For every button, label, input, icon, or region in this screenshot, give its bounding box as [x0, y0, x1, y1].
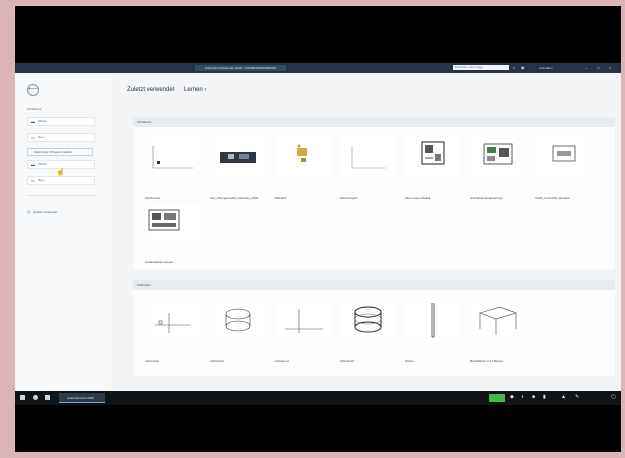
grid-preview-icon: [155, 313, 191, 333]
search-icon[interactable]: ⌕: [513, 65, 515, 70]
family-thumbnail[interactable]: [405, 299, 461, 341]
clock-icon: ◷: [27, 209, 31, 214]
close-icon[interactable]: ×: [609, 65, 611, 70]
model-caption: Architektur-Engineering1: [470, 196, 504, 200]
open-folder-icon: ▬: [31, 119, 35, 124]
create-project-button[interactable]: Zeichnung / Projekt erstellen: [27, 148, 93, 156]
new-file-icon: ▭: [31, 178, 35, 183]
task-view-icon[interactable]: [45, 395, 50, 400]
family-caption: Zylinder01: [210, 359, 225, 363]
family-caption: Beistelltisch mit 4 Beinen: [470, 359, 504, 363]
axis-cross-preview-icon: [285, 309, 323, 333]
model-thumbnail[interactable]: [275, 136, 331, 178]
taskbar: AutoCAD Arch 2018 ◆ ◗ ■ ▮ ▲ ✎ ▢: [15, 391, 621, 405]
network-icon[interactable]: ◆: [510, 395, 514, 400]
pen-icon[interactable]: ✎: [575, 395, 579, 400]
family-thumbnail[interactable]: [470, 299, 526, 341]
family-thumbnail[interactable]: [340, 299, 396, 341]
mouse-cursor-icon: ☝: [56, 169, 65, 176]
table-preview-icon: [479, 306, 517, 335]
sidebar-item-label: Neu...: [38, 178, 47, 182]
section-title: MODELLE: [133, 117, 615, 127]
recent-tab[interactable]: Zuletzt verwendet: [127, 87, 174, 93]
model-caption: Mein erstes Modell: [405, 196, 431, 200]
model-caption: Lab_Übungsmodell_Gebäude_2022: [210, 196, 259, 200]
family-caption: Achskreuz: [275, 359, 290, 363]
language-icon[interactable]: ▲: [561, 395, 566, 400]
notification-icon[interactable]: ■: [532, 395, 535, 400]
maximize-icon[interactable]: □: [597, 65, 599, 70]
action-center-icon[interactable]: ▢: [611, 395, 616, 400]
sidebar-item-label: Neu...: [38, 135, 47, 139]
title-bar: AutoCAD Architecture 2018 - STUDENTENVER…: [15, 63, 621, 73]
sidebar-heading: MODELLE: [27, 107, 42, 111]
model-thumbnail[interactable]: [145, 136, 201, 178]
family-thumbnail[interactable]: [275, 299, 331, 341]
sign-in-icon[interactable]: ◉: [521, 65, 525, 70]
learn-tab[interactable]: Lernen ›: [184, 87, 206, 93]
sheet-preview-icon: [552, 145, 576, 162]
page-title: Zuletzt verwendet Lernen ›: [127, 87, 206, 93]
back-icon: ⟵: [28, 86, 39, 93]
sidebar-item-label: Öffnen: [38, 162, 47, 166]
recent-link[interactable]: ◷ Zuletzt verwendet: [27, 209, 57, 214]
model-caption: Zeichnung1: [145, 196, 161, 200]
family-caption: Zylinder02: [340, 359, 355, 363]
new-file-icon: ▭: [31, 135, 35, 140]
sidebar-item-label: Öffnen: [38, 119, 47, 123]
axis-preview-icon: [351, 146, 386, 169]
sidebar-new-button[interactable]: ▭ Neu...: [27, 133, 95, 142]
family-thumbnail[interactable]: [145, 299, 201, 341]
floorplan-preview-icon: [148, 209, 180, 231]
model-thumbnail[interactable]: [340, 136, 396, 178]
sidebar: ⟵ MODELLE ▬ Öffnen ▭ Neu... Zeichnung / Pr…: [15, 73, 111, 391]
floorplan-preview-icon: [483, 143, 513, 165]
search-input[interactable]: Stichwort oder Frage: [453, 65, 509, 70]
minimize-icon[interactable]: –: [585, 65, 587, 70]
sidebar-divider: [27, 195, 95, 196]
model-thumbnail[interactable]: [405, 136, 461, 178]
family-caption: Achsraster: [145, 359, 160, 363]
building-preview-icon: [220, 152, 256, 163]
window-title: AutoCAD Architecture 2018 - STUDENTENVER…: [195, 65, 287, 71]
start-screen: ⟵ MODELLE ▬ Öffnen ▭ Neu... Zeichnung / Pr…: [15, 73, 621, 391]
battery-icon[interactable]: ▮: [543, 395, 546, 400]
model-thumbnail[interactable]: [535, 136, 591, 178]
start-icon[interactable]: [20, 395, 25, 400]
model-caption: Zeichnung02: [340, 196, 358, 200]
main-content: Zuletzt verwendet Lernen › MODELLE Zeich…: [111, 73, 621, 391]
model-caption: Gebäudeplan-Layout: [145, 260, 174, 264]
sidebar-new-button-2[interactable]: ▭ Neu...: [27, 176, 95, 185]
video-frame: AutoCAD Architecture 2018 - STUDENTENVER…: [15, 6, 621, 452]
family-caption: Stütze: [405, 359, 414, 363]
furniture-preview-icon: [297, 144, 307, 162]
axis-preview-icon: [152, 146, 193, 169]
model-thumbnail[interactable]: [470, 136, 526, 178]
back-button[interactable]: ⟵: [27, 84, 39, 96]
model-caption: Möbel03: [275, 196, 287, 200]
section-title: FAMILIEN: [133, 280, 615, 290]
cylinder-preview-icon: [354, 306, 382, 333]
families-panel: FAMILIEN Achsraster Zylinder01 Achskreuz…: [133, 280, 615, 376]
model-thumbnail[interactable]: [210, 136, 266, 178]
family-thumbnail[interactable]: [210, 299, 266, 341]
column-preview-icon: [431, 303, 435, 338]
search-icon[interactable]: [33, 395, 38, 400]
sidebar-open-button[interactable]: ▬ Öffnen: [27, 117, 95, 126]
floorplan-preview-icon: [421, 141, 445, 165]
tray-status-icon[interactable]: [489, 394, 505, 402]
volume-icon[interactable]: ◗: [521, 395, 524, 400]
open-folder-icon: ▬: [31, 162, 35, 167]
sign-in-button[interactable]: Anmelden: [539, 65, 553, 71]
cylinder-preview-icon: [225, 308, 251, 332]
model-caption: UG01_Grundriss_Beispiel: [535, 196, 570, 200]
taskbar-app-button[interactable]: AutoCAD Arch 2018: [59, 393, 105, 403]
recent-label: Zuletzt verwendet: [33, 210, 58, 214]
models-panel: MODELLE Zeichnung1 Lab_Übungsmodell_Gebä…: [133, 117, 615, 269]
model-thumbnail[interactable]: [145, 204, 201, 246]
